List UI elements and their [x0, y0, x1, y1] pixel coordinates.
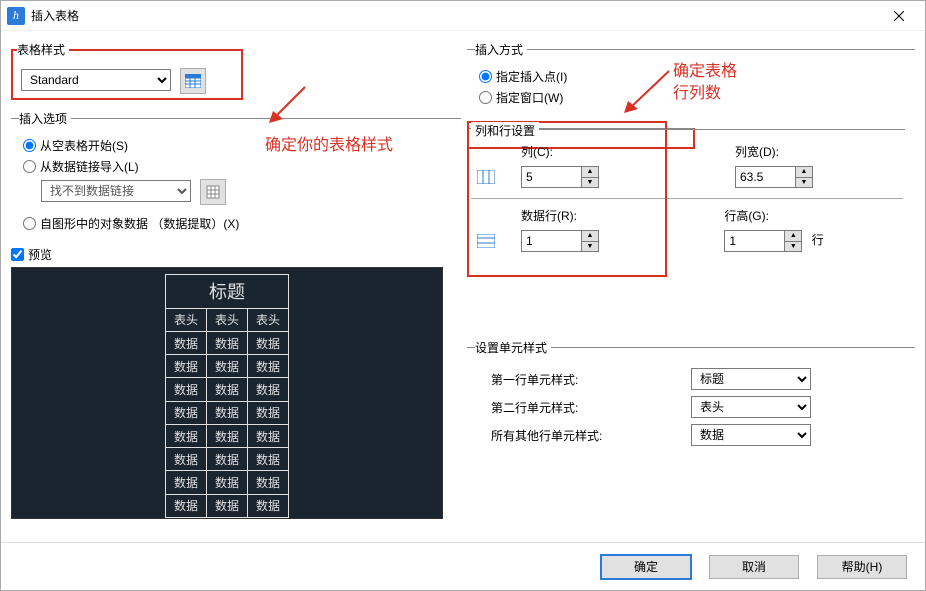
preview-data-cell: 数据	[165, 471, 206, 494]
preview-data-cell: 数据	[206, 424, 247, 447]
dialog-footer: 确定 取消 帮助(H)	[1, 542, 925, 590]
preview-data-cell: 数据	[206, 494, 247, 517]
preview-data-cell: 数据	[206, 401, 247, 424]
annotation-left-text: 确定你的表格样式	[265, 131, 393, 155]
radio-start-empty-label: 从空表格开始(S)	[40, 137, 128, 154]
preview-data-cell: 数据	[248, 494, 289, 517]
cellstyle-row2-select[interactable]: 表头	[691, 396, 811, 418]
app-icon: h	[7, 7, 25, 25]
cellstyle-row1-select[interactable]: 标题	[691, 368, 811, 390]
radio-data-extract[interactable]	[23, 217, 36, 230]
preview-data-cell: 数据	[248, 355, 289, 378]
radio-start-empty[interactable]	[23, 139, 36, 152]
preview-data-cell: 数据	[248, 331, 289, 354]
close-icon	[894, 11, 904, 21]
cellstyle-legend: 设置单元样式	[475, 339, 551, 356]
annotation-right-line2: 行列数	[673, 79, 721, 103]
annotation-right-line1: 确定表格	[673, 57, 737, 81]
cols-spinner[interactable]: ▲▼	[581, 166, 599, 188]
preview-data-cell: 数据	[248, 424, 289, 447]
preview-data-cell: 数据	[206, 471, 247, 494]
datalink-select[interactable]: 找不到数据链接	[41, 180, 191, 202]
preview-data-cell: 数据	[206, 448, 247, 471]
table-grid-icon	[185, 74, 201, 88]
cellstyle-other-label: 所有其他行单元样式:	[491, 427, 691, 444]
radio-from-datalink[interactable]	[23, 160, 36, 173]
radio-from-datalink-label: 从数据链接导入(L)	[40, 158, 139, 175]
cols-input[interactable]	[521, 166, 581, 188]
radio-insert-point-label: 指定插入点(I)	[496, 68, 567, 85]
rowheight-input[interactable]	[724, 230, 784, 252]
rows-icon	[477, 232, 495, 250]
colrow-legend-overlay: 列和行设置	[471, 122, 539, 139]
table-style-launch-button[interactable]	[180, 68, 206, 94]
preview-data-cell: 数据	[165, 331, 206, 354]
insert-method-legend: 插入方式	[475, 41, 527, 58]
columns-icon	[477, 168, 495, 186]
preview-data-cell: 数据	[206, 355, 247, 378]
preview-data-cell: 数据	[248, 448, 289, 471]
titlebar: h 插入表格	[1, 1, 925, 31]
radio-insert-window[interactable]	[479, 91, 492, 104]
preview-data-cell: 数据	[206, 331, 247, 354]
preview-header-cell: 表头	[165, 308, 206, 331]
rowheight-spinner[interactable]: ▲▼	[784, 230, 802, 252]
datalink-browse-button[interactable]	[200, 179, 226, 205]
preview-panel: 标题 表头 表头 表头 数据数据数据 数据数据数据 数据数据数据 数据数据数据 …	[11, 267, 443, 519]
annotation-arrow-right	[621, 69, 671, 115]
preview-data-cell: 数据	[248, 401, 289, 424]
preview-data-cell: 数据	[206, 378, 247, 401]
cols-label: 列(C):	[521, 143, 679, 160]
rows-label: 数据行(R):	[521, 207, 668, 224]
table-style-group: 表格样式 Standard	[11, 41, 243, 100]
preview-data-cell: 数据	[248, 471, 289, 494]
preview-header-cell: 表头	[248, 308, 289, 331]
preview-data-cell: 数据	[248, 378, 289, 401]
preview-label: 预览	[28, 246, 52, 263]
preview-data-cell: 数据	[165, 355, 206, 378]
dialog-window: h 插入表格 表格样式 Standard	[0, 0, 926, 591]
rowheight-label: 行高(G):	[724, 207, 893, 224]
radio-data-extract-label: 自图形中的对象数据 （数据提取）(X)	[40, 215, 239, 232]
window-title: 插入表格	[31, 7, 79, 24]
preview-data-cell: 数据	[165, 424, 206, 447]
preview-data-cell: 数据	[165, 378, 206, 401]
colwidth-spinner[interactable]: ▲▼	[795, 166, 813, 188]
preview-title-cell: 标题	[165, 275, 288, 309]
colwidth-label: 列宽(D):	[735, 143, 893, 160]
cellstyle-other-select[interactable]: 数据	[691, 424, 811, 446]
rows-spinner[interactable]: ▲▼	[581, 230, 599, 252]
cellstyle-group: 设置单元样式 第一行单元样式: 标题 第二行单元样式: 表头 所有其他行单元样式…	[467, 339, 915, 452]
cellstyle-row2-label: 第二行单元样式:	[491, 399, 691, 416]
ok-button[interactable]: 确定	[601, 555, 691, 579]
preview-header-cell: 表头	[206, 308, 247, 331]
insert-options-legend: 插入选项	[19, 110, 71, 127]
annotation-arrow-left	[267, 85, 307, 125]
colwidth-input[interactable]	[735, 166, 795, 188]
radio-insert-point[interactable]	[479, 70, 492, 83]
cellstyle-row1-label: 第一行单元样式:	[491, 371, 691, 388]
rows-input[interactable]	[521, 230, 581, 252]
datalink-icon	[206, 185, 220, 199]
preview-data-cell: 数据	[165, 401, 206, 424]
preview-data-cell: 数据	[165, 448, 206, 471]
cancel-button[interactable]: 取消	[709, 555, 799, 579]
insert-options-group: 插入选项 从空表格开始(S) 从数据链接导入(L) 找不到数据链接	[11, 110, 461, 236]
table-style-select[interactable]: Standard	[21, 69, 171, 91]
preview-table: 标题 表头 表头 表头 数据数据数据 数据数据数据 数据数据数据 数据数据数据 …	[165, 274, 289, 518]
radio-insert-window-label: 指定窗口(W)	[496, 89, 563, 106]
help-button[interactable]: 帮助(H)	[817, 555, 907, 579]
preview-data-cell: 数据	[165, 494, 206, 517]
table-style-legend: 表格样式	[17, 41, 69, 58]
close-button[interactable]	[879, 2, 919, 30]
rowheight-unit: 行	[812, 233, 824, 247]
preview-checkbox[interactable]	[11, 248, 24, 261]
